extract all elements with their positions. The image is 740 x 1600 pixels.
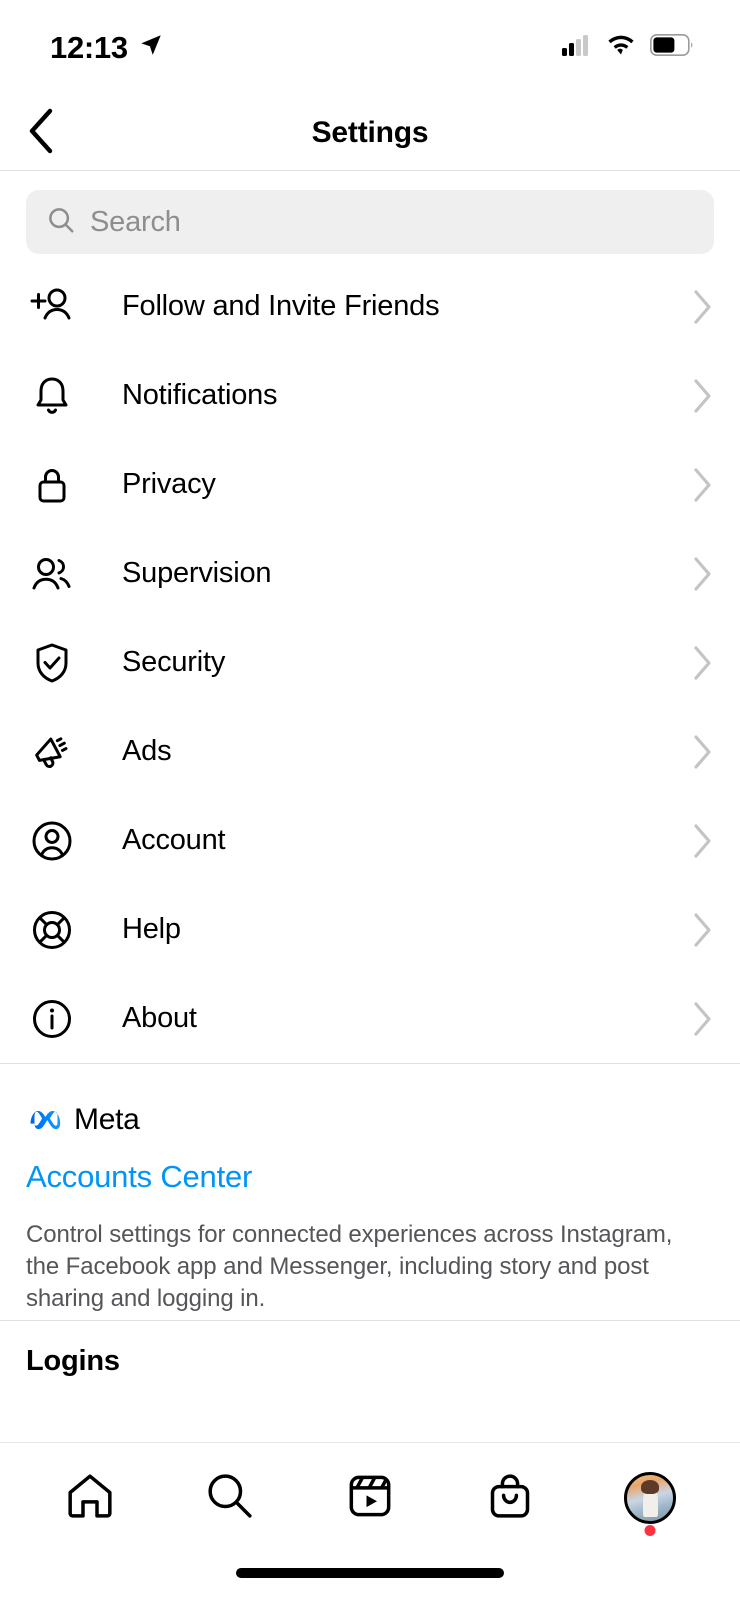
battery-icon: [650, 34, 694, 61]
settings-row-ads[interactable]: Ads: [0, 707, 740, 796]
settings-row-label: Follow and Invite Friends: [122, 290, 692, 323]
settings-row-label: Help: [122, 913, 692, 946]
info-circle-icon: [26, 995, 78, 1043]
megaphone-icon: [26, 728, 78, 776]
chevron-right-icon: [692, 734, 714, 770]
instagram-settings-screen: 12:13: [0, 0, 740, 1600]
meta-description: Control settings for connected experienc…: [26, 1219, 698, 1315]
status-bar-left: 12:13: [50, 30, 164, 66]
logins-section-title: Logins: [26, 1345, 120, 1378]
tab-profile[interactable]: [605, 1458, 695, 1538]
wifi-icon: [606, 34, 636, 61]
lock-icon: [26, 461, 78, 509]
chevron-right-icon: [692, 823, 714, 859]
tab-home[interactable]: [45, 1458, 135, 1538]
settings-row-label: Privacy: [122, 468, 692, 501]
logins-divider: [0, 1320, 740, 1321]
shield-check-icon: [26, 639, 78, 687]
settings-row-about[interactable]: About: [0, 974, 740, 1063]
notification-badge-dot: [645, 1525, 656, 1536]
account-circle-icon: [26, 817, 78, 865]
home-indicator: [236, 1568, 504, 1578]
chevron-right-icon: [692, 556, 714, 592]
search-input[interactable]: Search: [26, 190, 714, 254]
shopping-bag-icon: [482, 1468, 538, 1529]
tab-search[interactable]: [185, 1458, 275, 1538]
chevron-right-icon: [692, 912, 714, 948]
settings-row-account[interactable]: Account: [0, 796, 740, 885]
header-divider: [0, 170, 740, 171]
chevron-left-icon: [27, 108, 57, 159]
avatar: [624, 1472, 676, 1524]
people-icon: [26, 550, 78, 598]
accounts-center-link[interactable]: Accounts Center: [26, 1159, 714, 1195]
settings-row-label: Account: [122, 824, 692, 857]
tab-shop[interactable]: [465, 1458, 555, 1538]
accounts-center-label: Accounts Center: [26, 1159, 252, 1194]
settings-row-help[interactable]: Help: [0, 885, 740, 974]
settings-row-follow-and-invite-friends[interactable]: Follow and Invite Friends: [0, 262, 740, 351]
settings-row-notifications[interactable]: Notifications: [0, 351, 740, 440]
settings-row-privacy[interactable]: Privacy: [0, 440, 740, 529]
settings-row-security[interactable]: Security: [0, 618, 740, 707]
search-icon: [46, 205, 76, 240]
status-bar-right: [562, 34, 694, 61]
tab-reels[interactable]: [325, 1458, 415, 1538]
meta-brand-label: Meta: [74, 1103, 140, 1137]
search-icon: [202, 1468, 258, 1529]
home-icon: [62, 1468, 118, 1529]
search-placeholder: Search: [90, 206, 181, 239]
bottom-tab-bar: [0, 1443, 740, 1553]
settings-row-label: About: [122, 1002, 692, 1035]
cellular-signal-icon: [562, 34, 592, 61]
reels-icon: [342, 1468, 398, 1529]
chevron-right-icon: [692, 1001, 714, 1037]
meta-section: Meta Accounts Center Control settings fo…: [0, 1064, 740, 1315]
chevron-right-icon: [692, 645, 714, 681]
meta-brand-line: Meta: [26, 1102, 714, 1137]
meta-infinity-icon: [26, 1102, 66, 1137]
settings-row-label: Supervision: [122, 557, 692, 590]
settings-row-supervision[interactable]: Supervision: [0, 529, 740, 618]
life-ring-icon: [26, 906, 78, 954]
status-bar: 12:13: [0, 0, 740, 95]
nav-header: Settings: [0, 95, 740, 171]
search-container: Search: [0, 190, 740, 254]
back-button[interactable]: [14, 105, 70, 161]
settings-list: Follow and Invite Friends Notifications: [0, 262, 740, 1063]
status-bar-time: 12:13: [50, 30, 128, 66]
chevron-right-icon: [692, 289, 714, 325]
settings-row-label: Security: [122, 646, 692, 679]
chevron-right-icon: [692, 467, 714, 503]
person-add-icon: [26, 283, 78, 331]
page-title: Settings: [0, 116, 740, 150]
chevron-right-icon: [692, 378, 714, 414]
settings-row-label: Notifications: [122, 379, 692, 412]
bell-icon: [26, 372, 78, 420]
location-arrow-icon: [138, 32, 164, 63]
settings-row-label: Ads: [122, 735, 692, 768]
